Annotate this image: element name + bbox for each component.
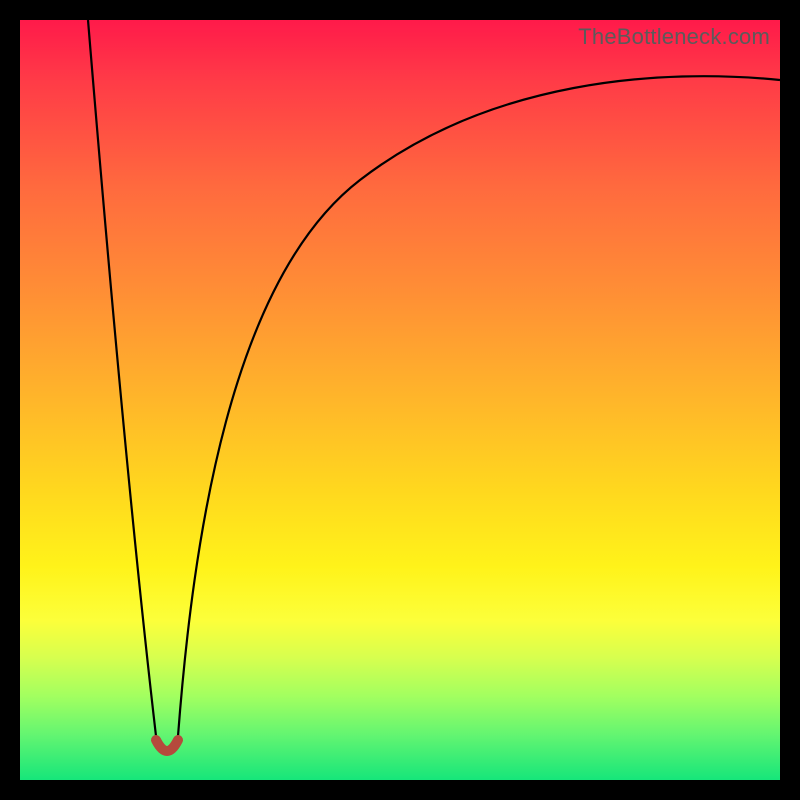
chart-plot-area: TheBottleneck.com xyxy=(20,20,780,780)
curve-right xyxy=(178,76,780,736)
curve-left xyxy=(88,20,156,736)
bottleneck-curve xyxy=(20,20,780,780)
minimum-marker xyxy=(156,740,178,751)
